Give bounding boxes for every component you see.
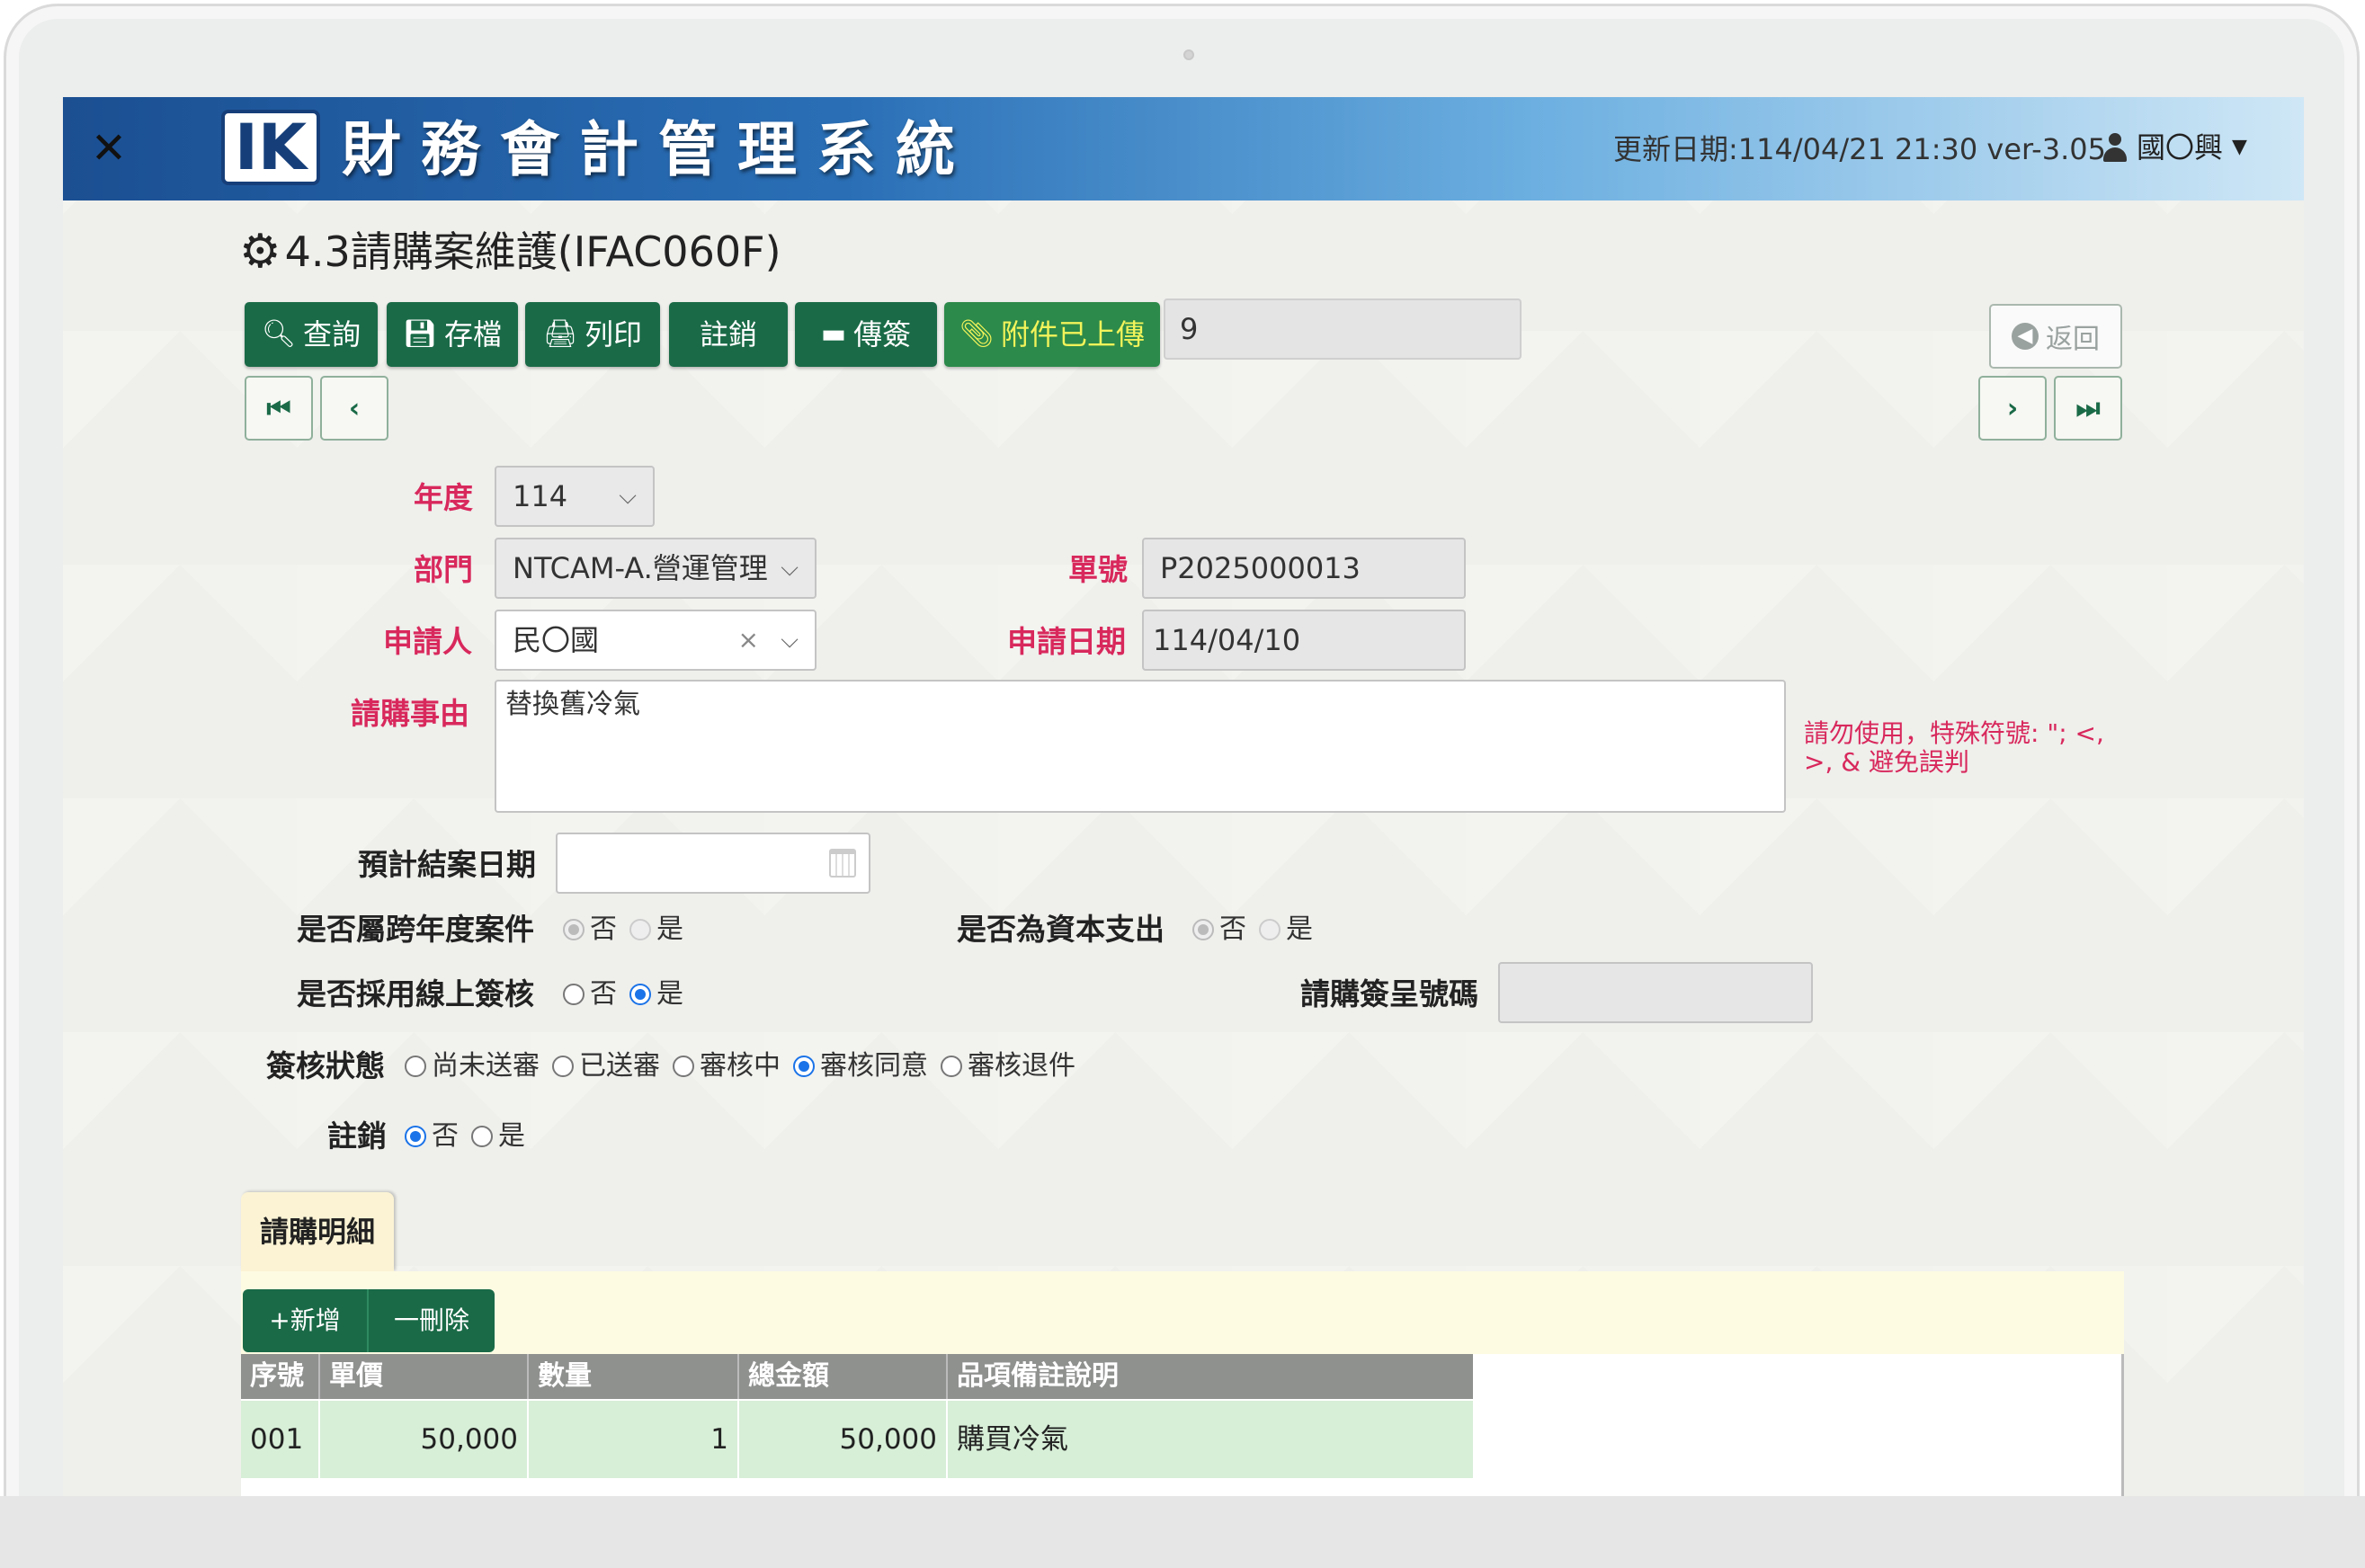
add-row-button[interactable]: +新增: [243, 1289, 369, 1352]
detail-grid-header: 序號 單價 數量 總金額 品項備註說明: [241, 1354, 1473, 1399]
capital-no-radio[interactable]: [1192, 919, 1214, 940]
cancel-yes-radio[interactable]: [471, 1126, 493, 1147]
online-sign-label: 是否採用線上簽核: [297, 976, 534, 1011]
sign-no-label: 請購簽呈號碼: [1300, 976, 1478, 1011]
chevron-down-icon: ⌵: [619, 483, 637, 510]
status-approved-radio[interactable]: [793, 1056, 815, 1077]
column-header[interactable]: 總金額: [739, 1354, 948, 1399]
status-pending-radio[interactable]: [405, 1056, 426, 1077]
column-header[interactable]: 單價: [320, 1354, 529, 1399]
laptop-base: [0, 1496, 2365, 1568]
user-icon: [2102, 133, 2128, 162]
print-button[interactable]: 🖨︎ 列印: [525, 302, 660, 367]
clear-icon[interactable]: ×: [738, 611, 759, 669]
next-record-button[interactable]: ›: [1978, 376, 2047, 441]
company-logo: IK: [221, 110, 320, 185]
online-sign-radio-group: 否 是: [559, 975, 692, 1014]
back-button[interactable]: ◀ 返回: [1989, 304, 2122, 369]
calendar-icon[interactable]: [829, 849, 856, 878]
void-button[interactable]: 註銷: [669, 302, 788, 367]
user-menu[interactable]: 國〇興 ▼: [2102, 129, 2247, 165]
cell-unit-price: 50,000: [320, 1401, 529, 1478]
status-rejected-radio[interactable]: [941, 1056, 962, 1077]
prev-record-button[interactable]: ‹: [320, 376, 388, 441]
apply-date-label: 申請日期: [1007, 624, 1126, 659]
paperclip-icon: 📎︎: [959, 318, 995, 350]
column-header[interactable]: 品項備註說明: [948, 1354, 1473, 1399]
cross-year-label: 是否屬跨年度案件: [297, 912, 534, 947]
capital-radio-group: 否 是: [1189, 910, 1322, 949]
apply-date-field[interactable]: 114/04/10: [1142, 610, 1466, 671]
capital-label: 是否為資本支出: [957, 912, 1165, 947]
applicant-label: 申請人: [383, 624, 472, 659]
close-date-input[interactable]: [556, 833, 870, 894]
search-icon: 🔍︎: [261, 318, 297, 350]
reason-label: 請購事由: [351, 696, 469, 731]
doc-no-label: 單號: [1068, 552, 1128, 587]
reason-warning: 請勿使用，特殊符號: "; <, >, & 避免誤判: [1804, 718, 2104, 777]
cell-seq: 001: [241, 1401, 320, 1478]
cancel-no-radio[interactable]: [405, 1126, 426, 1147]
arrow-left-circle-icon: ◀: [2012, 323, 2039, 350]
reason-textarea[interactable]: 替換舊冷氣: [495, 680, 1786, 813]
query-button[interactable]: 🔍︎ 查詢: [245, 302, 378, 367]
status-submitted-radio[interactable]: [552, 1056, 574, 1077]
caret-down-icon: ▼: [2232, 136, 2247, 158]
capital-yes-radio[interactable]: [1259, 919, 1281, 940]
gear-icon: ⚙: [239, 225, 281, 279]
cell-total: 50,000: [739, 1401, 948, 1478]
tab-purchase-detail[interactable]: 請購明細: [241, 1192, 394, 1271]
applicant-select[interactable]: 民〇國 × ⌵: [495, 610, 817, 671]
chevron-left-icon: ‹: [348, 392, 361, 424]
cancel-flag-radio-group: 否 是: [401, 1117, 534, 1156]
user-name: 國〇興: [2137, 130, 2224, 165]
attachment-button[interactable]: 📎︎ 附件已上傳: [944, 302, 1160, 367]
floppy-disk-icon: 💾︎: [402, 318, 438, 350]
year-select[interactable]: 114 ⌵: [495, 466, 655, 527]
sign-status-radio-group: 尚未送審 已送審 審核中 審核同意 審核退件: [401, 1047, 1084, 1086]
first-record-button[interactable]: ⏮: [245, 376, 313, 441]
cell-note: 購買冷氣: [957, 1423, 1068, 1456]
dept-select[interactable]: NTCAM-A.營運管理 ⌵: [495, 538, 817, 599]
status-reviewing-radio[interactable]: [673, 1056, 694, 1077]
dept-label: 部門: [414, 552, 473, 587]
online-sign-no-radio[interactable]: [563, 984, 585, 1005]
close-icon[interactable]: ✕: [86, 126, 131, 171]
sign-no-field[interactable]: [1498, 962, 1813, 1023]
app-title: 財務會計管理系統: [342, 114, 975, 184]
cancel-flag-label: 註銷: [327, 1118, 387, 1154]
table-row[interactable]: 001 50,000 1 50,000 購買冷氣: [241, 1401, 1473, 1478]
cross-year-radio-group: 否 是: [559, 910, 692, 949]
year-label: 年度: [414, 480, 473, 515]
chevron-right-icon: ›: [2006, 392, 2019, 424]
cross-year-yes-radio[interactable]: [629, 919, 651, 940]
printer-icon: 🖨︎: [542, 318, 578, 350]
send-sign-button[interactable]: ▬ 傳簽: [795, 302, 937, 367]
attachment-count-field[interactable]: 9: [1164, 298, 1522, 360]
first-record-icon: ⏮: [266, 392, 291, 424]
delete-row-button[interactable]: 一刪除: [369, 1289, 495, 1352]
last-record-icon: ⏭: [2075, 392, 2101, 424]
column-header[interactable]: 數量: [529, 1354, 739, 1399]
doc-no-field[interactable]: P2025000013: [1142, 538, 1466, 599]
close-date-label: 預計結案日期: [358, 847, 536, 882]
stamp-icon: ▬: [820, 318, 847, 350]
webcam: [1183, 49, 1194, 60]
online-sign-yes-radio[interactable]: [629, 984, 651, 1005]
sign-status-label: 簽核狀態: [266, 1048, 385, 1083]
app-screen: ✕ IK 財務會計管理系統 更新日期:114/04/21 21:30 ver-3…: [63, 97, 2304, 1496]
app-header: ✕ IK 財務會計管理系統 更新日期:114/04/21 21:30 ver-3…: [63, 97, 2304, 200]
update-info: 更新日期:114/04/21 21:30 ver-3.05: [1613, 132, 2106, 166]
chevron-down-icon: ⌵: [781, 555, 799, 582]
last-record-button[interactable]: ⏭: [2054, 376, 2122, 441]
save-button[interactable]: 💾︎ 存檔: [387, 302, 518, 367]
cross-year-no-radio[interactable]: [563, 919, 585, 940]
cell-quantity: 1: [529, 1401, 739, 1478]
detail-toolbar: +新增 一刪除: [241, 1271, 2124, 1354]
column-header[interactable]: 序號: [241, 1354, 320, 1399]
page-title: ⚙ 4.3請購案維護(IFAC060F): [239, 225, 781, 279]
chevron-down-icon: ⌵: [781, 627, 799, 654]
